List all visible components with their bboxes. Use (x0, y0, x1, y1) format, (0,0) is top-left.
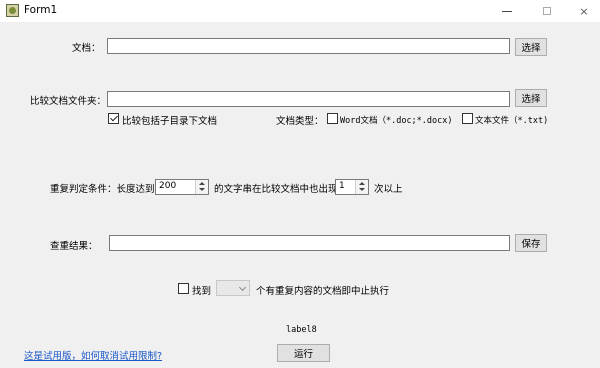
chevron-down-icon (238, 283, 247, 292)
length-spinner[interactable]: 200 (155, 179, 209, 195)
minimize-icon (502, 10, 512, 12)
run-button[interactable]: 运行 (277, 344, 330, 362)
repeat-condition-label: 重复判定条件：长度达到 (50, 184, 155, 195)
maximize-icon (543, 7, 551, 15)
doc-type-label: 文档类型： (276, 116, 324, 127)
stop-checkbox[interactable] (178, 283, 189, 294)
stop-suffix-label: 个有重复内容的文档即中止执行 (256, 286, 390, 297)
window-title: Form1 (24, 4, 58, 16)
stop-checkbox-label: 找到 (192, 286, 212, 297)
app-icon (6, 4, 19, 17)
count-spinner[interactable]: 1 (335, 179, 369, 195)
stop-count-combo[interactable] (216, 280, 250, 296)
trial-info-link[interactable]: 这是试用版，如何取消试用限制? (24, 348, 162, 362)
length-spin-arrows[interactable] (195, 180, 208, 194)
include-subdirs-label: 比较包括子目录下文档 (122, 116, 218, 127)
spin-down-icon (359, 188, 365, 191)
minimize-button[interactable] (492, 0, 522, 22)
save-button[interactable]: 保存 (515, 234, 547, 252)
folder-label: 比较文档文件夹： (30, 96, 107, 107)
text-file-label: 文本文件（*.txt) (475, 116, 549, 126)
length-value: 200 (159, 181, 177, 191)
include-subdirs-checkbox[interactable] (108, 113, 119, 124)
status-label: label8 (286, 325, 317, 335)
folder-select-button[interactable]: 选择 (515, 89, 547, 107)
doc-select-button[interactable]: 选择 (515, 38, 547, 56)
word-doc-checkbox[interactable] (327, 113, 338, 124)
text-file-checkbox[interactable] (462, 113, 473, 124)
repeat-middle-label: 的文字串在比较文档中也出现 (214, 184, 338, 195)
doc-label: 文档： (72, 43, 101, 54)
folder-path-input[interactable] (107, 91, 510, 107)
count-spin-arrows[interactable] (355, 180, 368, 194)
spin-up-icon (359, 182, 365, 185)
result-input[interactable] (109, 235, 510, 251)
word-doc-label: Word文档（*.doc;*.docx) (340, 116, 453, 126)
repeat-suffix-label: 次以上 (374, 184, 403, 195)
count-value: 1 (339, 181, 345, 191)
close-button[interactable]: × (569, 0, 599, 22)
close-icon: × (579, 4, 589, 18)
doc-path-input[interactable] (107, 38, 510, 54)
maximize-button[interactable] (532, 0, 562, 22)
spin-down-icon (199, 188, 205, 191)
result-label: 查重结果： (50, 241, 98, 252)
spin-up-icon (199, 182, 205, 185)
